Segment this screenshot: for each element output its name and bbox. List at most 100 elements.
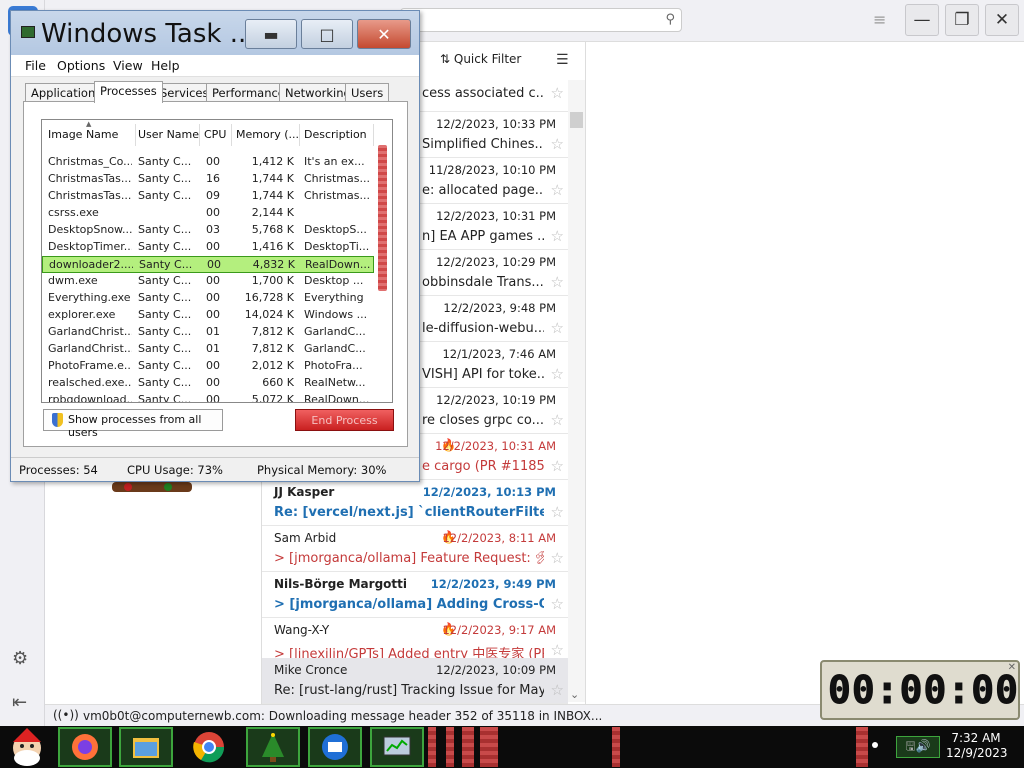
menu-help[interactable]: Help: [151, 58, 180, 73]
star-icon[interactable]: ☆: [551, 135, 564, 153]
taskbar-date[interactable]: 12/9/2023: [946, 746, 1008, 760]
process-cell: 00: [206, 240, 220, 253]
process-row[interactable]: rpbgdownload... Santy C... 00 5,072 K RealDo…: [42, 392, 374, 403]
column-memory[interactable]: Memory (...: [236, 124, 300, 146]
process-row[interactable]: Everything.exe Santy C... 00 16,728 K Everyt…: [42, 290, 374, 307]
message-date: 12/2/2023, 10:19 PM: [436, 393, 556, 407]
menu-view[interactable]: View: [113, 58, 143, 73]
process-row[interactable]: PhotoFrame.e... Santy C... 00 2,012 K PhotoF…: [42, 358, 374, 375]
taskbar-decoration: [428, 727, 436, 767]
star-icon[interactable]: ☆: [551, 503, 564, 521]
desktop-timer-widget[interactable]: 00:00:00 ✕: [820, 660, 1020, 720]
message-subject: le-diffusion-webu...: [422, 321, 544, 336]
message-sender: JJ Kasper: [274, 485, 335, 499]
star-icon[interactable]: ☆: [551, 595, 564, 613]
title-bar[interactable]: Windows Task ... ▬ □ ✕: [11, 11, 419, 55]
minimize-button[interactable]: —: [905, 4, 939, 36]
process-row[interactable]: GarlandChrist... Santy C... 01 7,812 K Garla…: [42, 341, 374, 358]
process-row[interactable]: Christmas_Co... Santy C... 00 1,412 K It's a…: [42, 154, 374, 171]
process-cell: 4,832 K: [252, 258, 295, 271]
process-cell: Everything.exe: [48, 291, 131, 304]
column-cpu[interactable]: CPU: [204, 124, 232, 146]
process-row[interactable]: csrss.exe 00 2,144 K: [42, 205, 374, 222]
message-sender: Sam Arbid: [274, 531, 337, 545]
message-row[interactable]: Mike Cronce 12/2/2023, 10:09 PM Re: [rust-…: [262, 658, 568, 704]
taskbar-christmas-tree[interactable]: [246, 727, 300, 767]
process-table-scrollbar[interactable]: [378, 145, 387, 291]
tm-minimize-button[interactable]: ▬: [245, 19, 297, 49]
scroll-down-icon[interactable]: ⌄: [570, 688, 579, 701]
restore-button[interactable]: ❐: [945, 4, 979, 36]
menu-file[interactable]: File: [25, 58, 46, 73]
global-search-input[interactable]: ⚲: [400, 8, 682, 32]
message-subject: n] EA APP games ...: [422, 229, 544, 244]
taskbar-explorer[interactable]: [119, 727, 173, 767]
tab-processes[interactable]: Processes: [94, 81, 163, 103]
menu-options[interactable]: Options: [57, 58, 105, 73]
star-icon[interactable]: ☆: [551, 227, 564, 245]
task-manager-icon: [21, 26, 35, 38]
tab-users[interactable]: Users: [345, 83, 390, 102]
star-icon[interactable]: ☆: [551, 319, 564, 337]
tm-maximize-button[interactable]: □: [301, 19, 353, 49]
process-cell: Santy C...: [138, 223, 192, 236]
scrollbar-thumb[interactable]: [570, 112, 583, 128]
process-row[interactable]: DesktopSnow... Santy C... 03 5,768 K Desktop…: [42, 222, 374, 239]
tm-close-button[interactable]: ✕: [357, 19, 411, 49]
star-icon[interactable]: ☆: [551, 457, 564, 475]
message-row[interactable]: Nils-Börge Margotti 12/2/2023, 9:49 PM > […: [262, 572, 568, 618]
taskbar-thunderbird[interactable]: [308, 727, 362, 767]
process-row[interactable]: ChristmasTas... Santy C... 16 1,744 K Christ…: [42, 171, 374, 188]
star-icon[interactable]: ☆: [551, 273, 564, 291]
app-menu-icon[interactable]: ≡: [873, 10, 886, 29]
process-row[interactable]: downloader2.... Santy C... 00 4,832 K RealDo…: [42, 256, 374, 273]
process-cell: 5,072 K: [251, 393, 294, 403]
star-icon[interactable]: ☆: [551, 411, 564, 429]
column-description[interactable]: Description: [304, 124, 374, 146]
volume-icon: 🔊: [915, 739, 931, 753]
process-row[interactable]: GarlandChrist... Santy C... 01 7,812 K Garla…: [42, 324, 374, 341]
taskbar-decoration: [480, 727, 498, 767]
process-cell: Christmas...: [304, 172, 370, 185]
taskbar-firefox[interactable]: [58, 727, 112, 767]
settings-gear-icon[interactable]: ⚙: [12, 648, 28, 669]
message-sender: Mike Cronce: [274, 663, 348, 677]
star-icon[interactable]: ☆: [551, 84, 564, 102]
taskbar-time[interactable]: 7:32 AM: [946, 731, 1006, 745]
tray-network-volume-icons[interactable]: 🖫🔊: [896, 736, 940, 758]
star-icon[interactable]: ☆: [551, 549, 564, 567]
collapse-pane-icon[interactable]: ⇤: [12, 692, 27, 713]
message-row[interactable]: JJ Kasper 12/2/2023, 10:13 PM Re: [vercel/…: [262, 480, 568, 526]
message-list-scrollbar[interactable]: [568, 80, 585, 702]
end-process-button[interactable]: End Process: [295, 409, 394, 431]
start-button[interactable]: [0, 727, 54, 767]
process-cell: 00: [206, 206, 220, 219]
process-cell: 00: [206, 308, 220, 321]
message-row[interactable]: Sam Arbid 🔥 12/2/2023, 8:11 AM > [jmorganca…: [262, 526, 568, 572]
column-image-name[interactable]: Image Name: [48, 124, 136, 146]
process-row[interactable]: dwm.exe Santy C... 00 1,700 K Desktop ...: [42, 273, 374, 290]
quick-filter-button[interactable]: ⇅ Quick Filter: [440, 52, 521, 66]
close-button[interactable]: ✕: [985, 4, 1019, 36]
star-icon[interactable]: ☆: [551, 681, 564, 699]
star-icon[interactable]: ☆: [551, 365, 564, 383]
process-row[interactable]: realsched.exe... Santy C... 00 660 K RealNet…: [42, 375, 374, 392]
process-row[interactable]: explorer.exe Santy C... 00 14,024 K Windows …: [42, 307, 374, 324]
message-subject: cess associated c...: [422, 86, 544, 101]
taskbar-decoration: [462, 727, 474, 767]
process-cell: 7,812 K: [251, 342, 294, 355]
taskbar-chrome[interactable]: [182, 727, 236, 767]
list-options-icon[interactable]: ☰: [556, 52, 569, 68]
process-row[interactable]: DesktopTimer... Santy C... 00 1,416 K Deskto…: [42, 239, 374, 256]
process-cell: DesktopTi...: [304, 240, 370, 253]
tray-dot-icon[interactable]: [872, 742, 878, 748]
widget-close-icon[interactable]: ✕: [1008, 662, 1016, 673]
column-user-name[interactable]: User Name: [138, 124, 200, 146]
process-cell: RealDown...: [304, 393, 370, 403]
star-icon[interactable]: ☆: [551, 641, 564, 659]
online-status-icon[interactable]: ((•)): [53, 708, 79, 722]
process-row[interactable]: ChristmasTas... Santy C... 09 1,744 K Christ…: [42, 188, 374, 205]
taskbar-task-manager[interactable]: [370, 727, 424, 767]
star-icon[interactable]: ☆: [551, 181, 564, 199]
show-all-processes-button[interactable]: Show processes from all users: [43, 409, 223, 439]
